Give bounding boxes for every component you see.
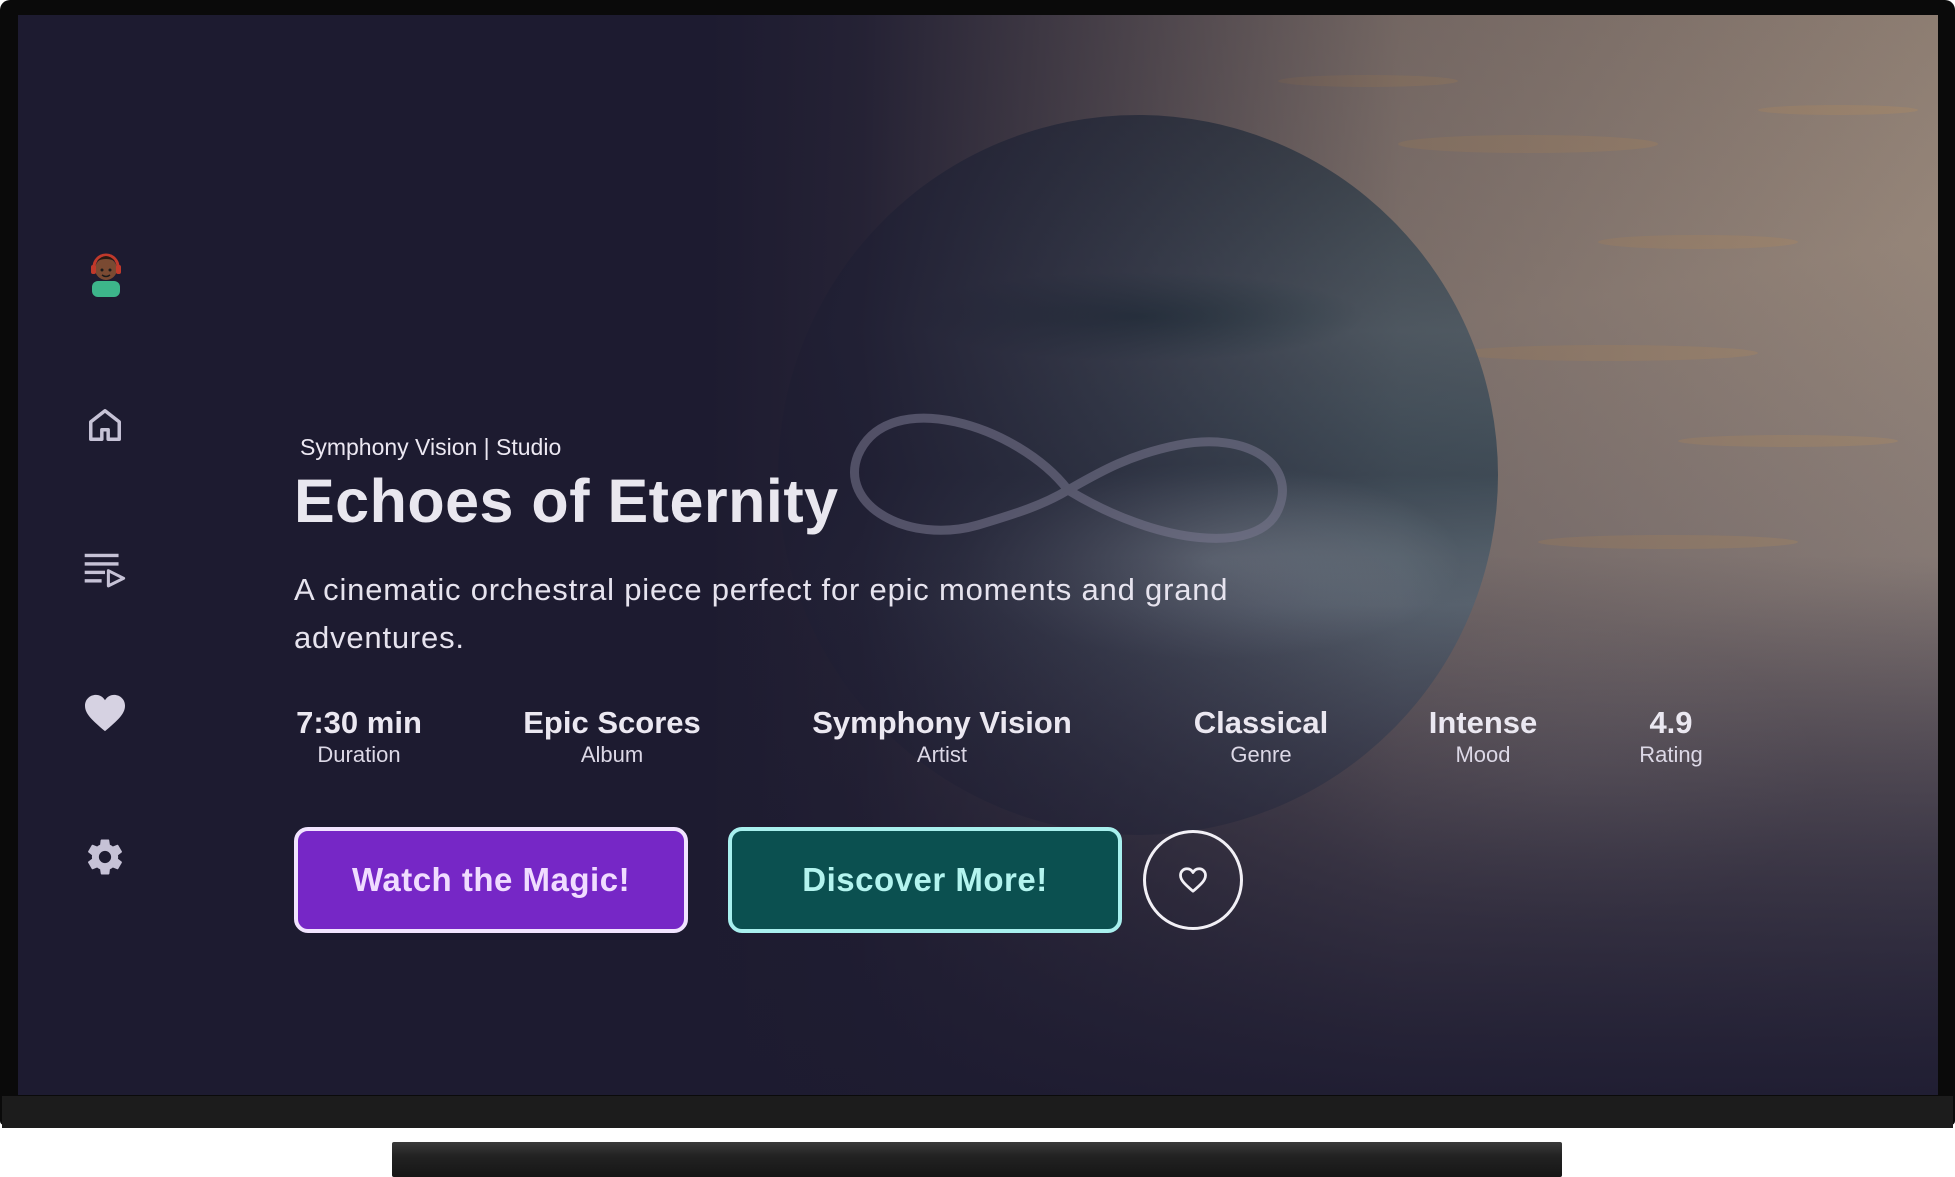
stat-album: Epic Scores Album bbox=[523, 705, 700, 769]
stat-value: Epic Scores bbox=[523, 705, 701, 740]
stat-artist: Symphony Vision Artist bbox=[812, 705, 1072, 769]
stat-label: Genre bbox=[1230, 742, 1292, 767]
nav-item-playlist[interactable] bbox=[70, 539, 140, 599]
nav-item-favorites[interactable] bbox=[70, 683, 140, 743]
nav-item-profile[interactable] bbox=[70, 249, 140, 309]
stat-value: Classical bbox=[1193, 705, 1329, 740]
avatar-icon bbox=[91, 253, 121, 297]
heart-outline-icon bbox=[1179, 867, 1207, 893]
home-icon bbox=[89, 409, 121, 441]
nav-item-home[interactable] bbox=[70, 395, 140, 455]
tv-stand bbox=[392, 1142, 1562, 1177]
nav-item-settings[interactable] bbox=[70, 827, 140, 887]
stat-value: 7:30 min bbox=[296, 705, 422, 740]
stat-label: Mood bbox=[1455, 742, 1511, 767]
stat-rating: 4.9 Rating bbox=[1639, 705, 1703, 769]
tv-chin bbox=[2, 1096, 1953, 1128]
stat-mood: Intense Mood bbox=[1429, 705, 1538, 769]
page-title: Echoes of Eternity bbox=[294, 467, 839, 535]
tv-device: Symphony Vision | Studio Echoes of Etern… bbox=[0, 0, 1955, 1177]
stat-label: Artist bbox=[916, 742, 968, 767]
favorite-button[interactable] bbox=[1143, 830, 1243, 930]
tv-screen: Symphony Vision | Studio Echoes of Etern… bbox=[18, 15, 1938, 1095]
infinity-logo-icon bbox=[850, 413, 1287, 543]
studio-label: Symphony Vision | Studio bbox=[300, 434, 562, 460]
stat-genre: Classical Genre bbox=[1194, 705, 1328, 769]
stat-value: Intense bbox=[1428, 705, 1538, 740]
discover-more-button[interactable]: Discover More! bbox=[728, 827, 1122, 933]
heart-icon bbox=[85, 694, 125, 732]
stat-label: Duration bbox=[317, 742, 401, 767]
track-description: A cinematic orchestral piece perfect for… bbox=[294, 572, 1229, 655]
stat-label: Rating bbox=[1639, 742, 1703, 767]
stat-duration: 7:30 min Duration bbox=[296, 705, 422, 769]
stat-value: Symphony Vision bbox=[812, 705, 1072, 740]
gear-icon bbox=[88, 839, 122, 875]
playlist-play-icon bbox=[84, 553, 126, 588]
stat-value: 4.9 bbox=[1649, 705, 1693, 740]
stat-label: Album bbox=[580, 742, 644, 767]
watch-button[interactable]: Watch the Magic! bbox=[294, 827, 688, 933]
